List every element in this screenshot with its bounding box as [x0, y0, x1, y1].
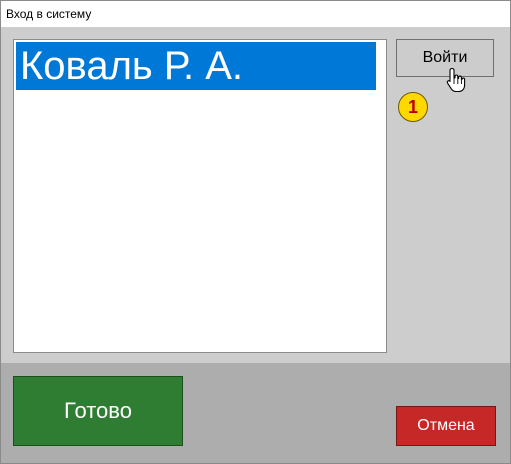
- title-bar: Вход в систему: [1, 1, 510, 27]
- dialog-footer: Готово Отмена: [1, 363, 510, 463]
- step-number-badge: 1: [398, 92, 428, 122]
- hand-pointer-icon: [446, 67, 466, 93]
- user-list-item[interactable]: Коваль Р. А.: [16, 42, 376, 90]
- window-title: Вход в систему: [6, 7, 92, 21]
- login-dialog: Вход в систему Коваль Р. А. Войти 1 Гото…: [0, 0, 511, 464]
- users-listbox[interactable]: Коваль Р. А.: [13, 39, 387, 353]
- dialog-body: Коваль Р. А. Войти 1: [1, 27, 510, 363]
- ok-button[interactable]: Готово: [13, 376, 183, 446]
- cancel-button[interactable]: Отмена: [396, 406, 496, 446]
